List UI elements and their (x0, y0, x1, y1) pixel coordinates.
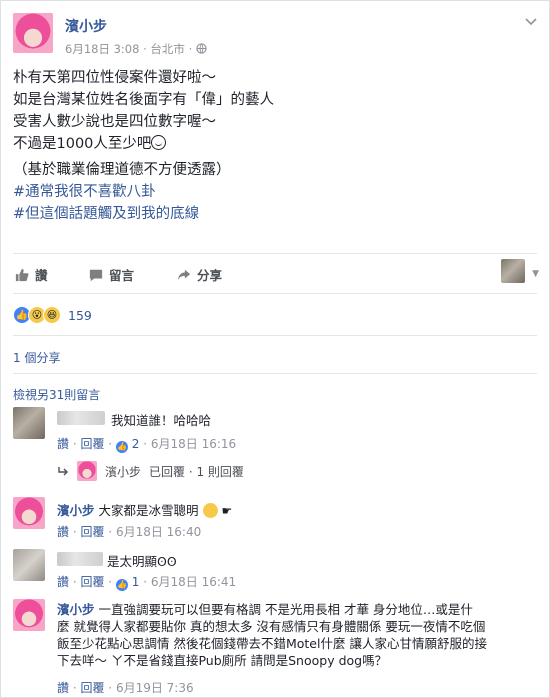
caret-down-icon[interactable]: ▼ (532, 269, 539, 279)
smile-emoji-icon (151, 135, 167, 150)
reply-arrow-icon (58, 467, 68, 476)
commenter-avatar[interactable] (13, 407, 45, 439)
post-body: 朴有天第四位性侵案件還好啦～ 如是台灣某位姓名後面字有「偉」的藝人 受害人數少說… (13, 67, 533, 225)
comment-body: 濱小步 一直強調要玩可以但要有格調 不是光用長相 才華 身分地位…或是什 麼 就… (57, 601, 527, 669)
comment-like-link[interactable]: 讚 (57, 525, 69, 539)
reactions-bar[interactable]: 👍 😮 😆 159 (13, 306, 92, 324)
like-count-icon: 👍 (115, 441, 128, 453)
comment-like-link[interactable]: 讚 (57, 575, 69, 589)
like-button[interactable]: 讚 (15, 265, 48, 284)
commenter-avatar[interactable] (13, 599, 45, 631)
comment-line: 是太明顯ʘʘ (107, 551, 177, 570)
comment-time[interactable]: 6月19日 7:36 (116, 681, 194, 695)
post-card: 濱小步 6月18日 3:08 · 台北市 · 朴有天第四位性侵案件還好啦～ 如是… (0, 0, 550, 698)
comment-line: 飯至少花點心思調情 然後花個錢帶去不錯Motel什麼 讓人家心甘情願舒服的接 (57, 636, 487, 651)
comment-first-line: 濱小步 一直強調要玩可以但要有格調 不是光用長相 才華 身分地位…或是什 (57, 601, 527, 618)
commenter-name-redacted[interactable] (57, 411, 105, 425)
comment-reply-link[interactable]: 回覆 (80, 437, 104, 451)
comment-text: 是太明顯 (107, 554, 158, 569)
comment-text: 我知道誰！哈哈哈 (111, 413, 212, 428)
comment-like-count[interactable]: 1 (132, 575, 140, 589)
smirk-emoji-icon (202, 503, 218, 518)
replies-summary[interactable]: 濱小步 已回覆 · 1 則回覆 (57, 461, 244, 481)
dizzy-emoji-icon: ʘʘ (157, 554, 177, 569)
comment-line: 麼 就覺得人家都要貼你 真的想太多 沒有感情只有身體關係 要玩一夜情不吃個 (57, 619, 486, 634)
post-note: （基於職業倫理道德不方便透露） (13, 162, 231, 178)
comment-reply-link[interactable]: 回覆 (80, 575, 104, 589)
post-line: 受害人數少說也是四位數字喔～ (13, 114, 216, 130)
post-date[interactable]: 6月18日 3:08 (65, 42, 139, 56)
hashtag-link[interactable]: #但這個話題觸及到我的底線 (13, 203, 533, 225)
share-label: 分享 (197, 268, 223, 283)
comment-reply-link[interactable]: 回覆 (80, 681, 104, 695)
author-avatar[interactable] (13, 13, 53, 53)
post-actions: 讚 留言 分享 ▼ (13, 259, 539, 285)
comment-meta: 讚 · 回覆 · 6月18日 16:40 (57, 525, 202, 539)
post-line: 朴有天第四位性侵案件還好啦～ (13, 70, 216, 86)
comment-line: 下去咩～ ㄚ不是省錢直接Pub廁所 請問是Snoopy dog嗎？ (57, 653, 388, 668)
comment-time[interactable]: 6月18日 16:16 (151, 437, 236, 451)
comment-like-link[interactable]: 讚 (57, 681, 69, 695)
reply-summary-text: 已回覆 · 1 則回覆 (149, 464, 244, 479)
divider (13, 253, 537, 254)
comment-like-link[interactable]: 讚 (57, 437, 69, 451)
comment-reply-link[interactable]: 回覆 (80, 525, 104, 539)
comment-icon (89, 269, 103, 281)
post-meta: 6月18日 3:08 · 台北市 · (65, 41, 207, 57)
comment-line: 一直強調要玩可以但要有格調 不是光用長相 才華 身分地位…或是什 (98, 602, 473, 617)
haha-icon: 😆 (43, 306, 61, 324)
post-line-with-emoji: 不過是1000人至少吧 (13, 133, 533, 155)
thumbs-up-icon (15, 268, 29, 281)
comment-meta: 讚 · 回覆 · 👍 2 · 6月18日 16:16 (57, 437, 237, 453)
viewer-avatar[interactable] (501, 259, 525, 283)
comment-text: 大家都是冰雪聰明 (98, 503, 199, 518)
comment-line: 濱小步 大家都是冰雪聰明 ☛ (57, 500, 232, 519)
view-more-comments-link[interactable]: 檢視另31則留言 (13, 386, 100, 403)
shares-link[interactable]: 1 個分享 (13, 349, 60, 366)
commenter-name[interactable]: 濱小步 (57, 602, 95, 617)
commenter-avatar[interactable] (13, 497, 45, 529)
replier-name: 濱小步 (105, 464, 142, 479)
comment-label: 留言 (109, 268, 135, 283)
replier-avatar (77, 461, 97, 481)
commenter-avatar[interactable] (13, 549, 45, 581)
globe-icon (196, 42, 207, 56)
post-options-chevron-icon[interactable] (525, 15, 537, 29)
post-line: 不過是1000人至少吧 (13, 136, 152, 152)
comment-like-count[interactable]: 2 (132, 437, 140, 451)
like-count-icon: 👍 (115, 579, 128, 591)
hashtag-link[interactable]: #通常我很不喜歡八卦 (13, 181, 533, 203)
comment-time[interactable]: 6月18日 16:41 (151, 575, 236, 589)
reaction-count[interactable]: 159 (68, 308, 92, 323)
divider (13, 293, 537, 294)
commenter-name-redacted[interactable] (57, 552, 103, 566)
share-arrow-icon (177, 269, 191, 280)
pointing-hand-icon: ☛ (221, 504, 233, 518)
comment-time[interactable]: 6月18日 16:40 (116, 525, 201, 539)
like-label: 讚 (35, 268, 48, 283)
comment-meta: 讚 · 回覆 · 6月19日 7:36 (57, 681, 194, 695)
author-name[interactable]: 濱小步 (65, 16, 107, 36)
commenter-name[interactable]: 濱小步 (57, 503, 95, 518)
post-line: 如是台灣某位姓名後面字有「偉」的藝人 (13, 92, 274, 108)
post-location[interactable]: 台北市 (150, 42, 185, 56)
divider (13, 373, 537, 374)
share-button[interactable]: 分享 (177, 265, 222, 284)
comment-button[interactable]: 留言 (89, 265, 134, 284)
comment-meta: 讚 · 回覆 · 👍 1 · 6月18日 16:41 (57, 575, 237, 591)
divider (13, 335, 537, 336)
